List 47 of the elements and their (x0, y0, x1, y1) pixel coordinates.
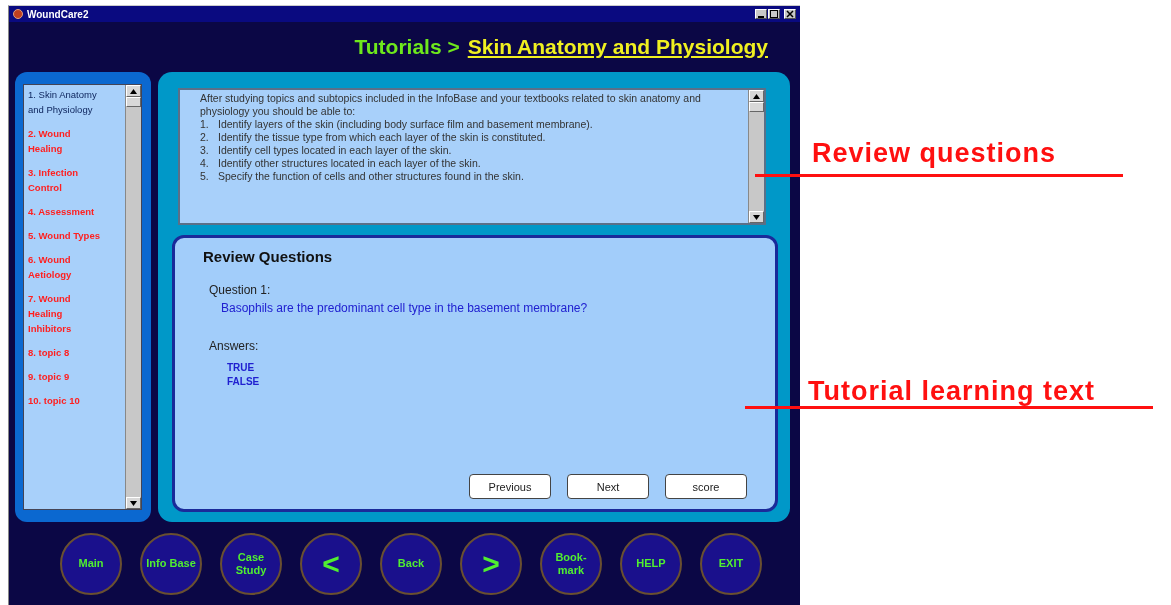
scroll-up-icon[interactable] (749, 90, 764, 102)
review-button[interactable]: Previous (469, 474, 551, 499)
objective-text: Identify other structures located in each layer of the skin. (218, 157, 481, 170)
nav-button[interactable]: Main (60, 532, 122, 595)
window-title: WoundCare2 (27, 8, 90, 20)
review-title: Review Questions (203, 248, 334, 265)
sidebar-item[interactable]: 1. Skin Anatomy and Physiology (28, 87, 103, 117)
objective-text: Identify the tissue type from which each layer of the skin is constituted. (218, 131, 546, 144)
breadcrumb-section[interactable]: Tutorials > (354, 35, 460, 59)
objectives-intro: After studying topics and subtopics included in the InfoBase and your textbooks related to skin anatomy and physiology you should be able to: (200, 92, 702, 118)
maximize-icon[interactable] (768, 9, 780, 19)
breadcrumb-topic: Skin Anatomy and Physiology (467, 35, 768, 59)
scroll-up-icon[interactable] (126, 85, 141, 97)
question-label: Question 1: (209, 283, 272, 297)
minimize-icon[interactable] (755, 9, 767, 19)
nav-button[interactable]: EXIT (700, 532, 762, 595)
scroll-thumb[interactable] (749, 102, 764, 112)
answer-option[interactable]: FALSE (227, 375, 747, 389)
question-text: Basophils are the predominant cell type in the basement membrane? (221, 301, 589, 315)
app-icon (13, 9, 23, 19)
scroll-down-icon[interactable] (126, 497, 141, 509)
nav-button[interactable]: HELP (620, 532, 682, 595)
nav-button[interactable]: Book-mark (540, 532, 602, 595)
objective-text: Specify the function of cells and other structures found in the skin. (218, 170, 524, 183)
annotation-label: Tutorial learning text (808, 376, 1096, 406)
answers-label: Answers: (209, 339, 260, 353)
nav-button[interactable]: Info Base (140, 532, 202, 595)
scrollbar[interactable] (748, 90, 764, 223)
list-number: 5. (200, 170, 210, 183)
list-number: 3. (200, 144, 210, 157)
objective-text: Identify layers of the skin (including body surface film and basement membrane). (218, 118, 593, 131)
scroll-thumb[interactable] (126, 97, 141, 107)
list-number: 1. (200, 118, 210, 131)
close-icon[interactable] (784, 9, 796, 19)
nav-button[interactable]: Back (380, 532, 442, 595)
scrollbar[interactable] (125, 85, 141, 509)
scroll-down-icon[interactable] (749, 211, 764, 223)
review-button[interactable]: score (665, 474, 747, 499)
annotation-label: Review questions (812, 138, 1057, 168)
nav-button[interactable]: < (300, 532, 362, 595)
nav-button[interactable]: Case Study (220, 532, 282, 595)
nav-button[interactable]: > (460, 532, 522, 595)
objective-text: Identify cell types located in each layer of the skin. (218, 144, 452, 157)
list-number: 4. (200, 157, 210, 170)
answer-option[interactable]: TRUE (227, 361, 747, 375)
review-button[interactable]: Next (567, 474, 649, 499)
list-number: 2. (200, 131, 210, 144)
